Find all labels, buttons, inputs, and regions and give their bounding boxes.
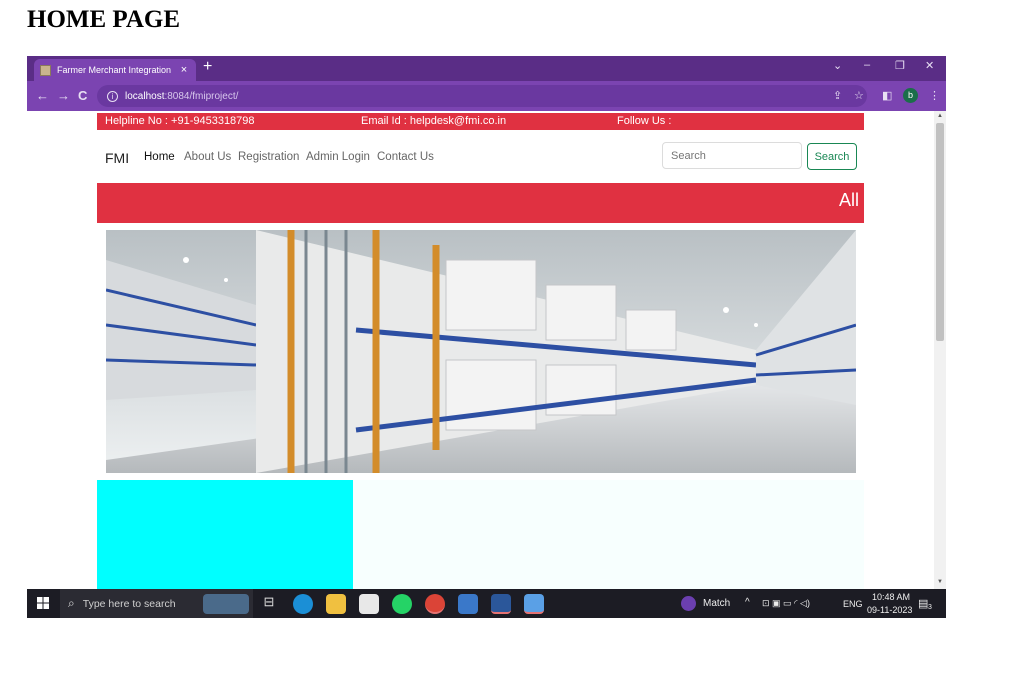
taskbar-search-text: Type here to search — [82, 597, 176, 610]
browser-toolbar: ← → C i localhost :8084/fmiproject/ ⇪ ☆ … — [27, 81, 946, 111]
match-widget-icon[interactable] — [681, 596, 696, 611]
helpline-text: Helpline No : +91-9453318798 — [105, 115, 255, 127]
forward-arrow-icon[interactable]: → — [57, 88, 70, 103]
search-highlight-image-icon[interactable] — [203, 594, 249, 614]
warehouse-hero-image — [106, 230, 856, 473]
scroll-down-icon[interactable]: ▼ — [937, 579, 943, 585]
scrollbar-thumb[interactable] — [936, 123, 944, 341]
page-scrollbar[interactable]: ▲ ▼ — [934, 111, 946, 589]
scroll-up-icon[interactable]: ▲ — [937, 113, 943, 119]
share-icon[interactable]: ⇪ — [833, 89, 842, 102]
all-category-label[interactable]: All — [839, 190, 859, 211]
contact-info-bar: Helpline No : +91-9453318798 Email Id : … — [97, 113, 864, 130]
site-brand[interactable]: FMI — [105, 150, 129, 166]
nav-admin-login[interactable]: Admin Login — [306, 151, 370, 163]
new-tab-button[interactable]: + — [203, 58, 212, 76]
match-widget-label[interactable]: Match — [703, 598, 730, 609]
site-favicon-icon — [40, 64, 51, 76]
browser-tab-strip: Farmer Merchant Integration × + ⌄ – ❐ ✕ — [27, 56, 946, 81]
search-icon: ⌕ — [68, 596, 75, 610]
virtualbox-icon[interactable] — [524, 594, 544, 614]
document-heading: HOME PAGE — [27, 6, 181, 33]
back-arrow-icon[interactable]: ← — [36, 88, 49, 103]
clock-time[interactable]: 10:48 AM — [872, 592, 910, 602]
follow-us-text: Follow Us : — [617, 115, 672, 127]
notification-icon[interactable]: ▤ — [918, 597, 928, 610]
whatsapp-icon[interactable] — [392, 594, 412, 614]
warehouse-illustration — [106, 230, 856, 473]
reload-icon[interactable]: C — [78, 88, 87, 103]
minimize-icon[interactable]: – — [864, 59, 870, 71]
email-text: Email Id : helpdesk@fmi.co.in — [361, 115, 507, 127]
menu-dots-icon[interactable]: ⋮ — [929, 89, 940, 102]
notification-count: 3 — [928, 604, 932, 611]
url-host: localhost — [125, 90, 165, 102]
url-path: :8084/fmiproject/ — [164, 90, 239, 102]
edge-browser-icon[interactable] — [293, 594, 313, 614]
tray-chevron-icon[interactable]: ^ — [745, 597, 750, 608]
close-window-icon[interactable]: ✕ — [925, 59, 934, 72]
file-explorer-icon[interactable] — [326, 594, 346, 614]
browser-tab[interactable]: Farmer Merchant Integration × — [34, 59, 196, 81]
site-search-button[interactable]: Search — [807, 143, 857, 170]
language-indicator[interactable]: ENG — [843, 599, 863, 609]
site-search-input[interactable] — [662, 142, 802, 169]
tab-title: Farmer Merchant Integration — [57, 65, 172, 75]
nav-about-us[interactable]: About Us — [184, 151, 231, 163]
site-navbar: FMI Home About Us Registration Admin Log… — [97, 138, 864, 178]
close-tab-icon[interactable]: × — [178, 64, 190, 76]
task-view-icon[interactable]: ⊟ — [259, 594, 279, 614]
address-bar[interactable]: i localhost :8084/fmiproject/ — [97, 85, 867, 107]
remote-desktop-icon[interactable] — [458, 594, 478, 614]
chrome-icon[interactable] — [425, 594, 445, 614]
screenshot-frame: Farmer Merchant Integration × + ⌄ – ❐ ✕ … — [27, 56, 946, 618]
microsoft-store-icon[interactable] — [359, 594, 379, 614]
nav-registration[interactable]: Registration — [238, 151, 299, 163]
bookmark-star-icon[interactable]: ☆ — [854, 89, 864, 102]
profile-avatar[interactable]: b — [903, 88, 918, 103]
windows-start-icon[interactable] — [37, 597, 49, 609]
category-banner: All — [97, 183, 864, 223]
tray-icons[interactable]: ⊡ ▣ ▭ ◜ ◁) — [762, 598, 810, 609]
restore-icon[interactable]: ❐ — [895, 59, 905, 72]
site-info-icon[interactable]: i — [107, 90, 118, 102]
clock-date[interactable]: 09-11-2023 — [867, 605, 912, 615]
web-page-viewport: Helpline No : +91-9453318798 Email Id : … — [27, 111, 946, 589]
tab-search-chevron-icon[interactable]: ⌄ — [833, 59, 842, 72]
windows-taskbar: ⌕ Type here to search ⊟ Match ^ ⊡ ▣ ▭ ◜ … — [27, 589, 946, 618]
sidebar-block — [97, 480, 353, 589]
side-panel-icon[interactable]: ◧ — [882, 89, 892, 102]
nav-contact-us[interactable]: Contact Us — [377, 151, 434, 163]
nav-home[interactable]: Home — [144, 151, 175, 163]
word-icon[interactable] — [491, 594, 511, 614]
